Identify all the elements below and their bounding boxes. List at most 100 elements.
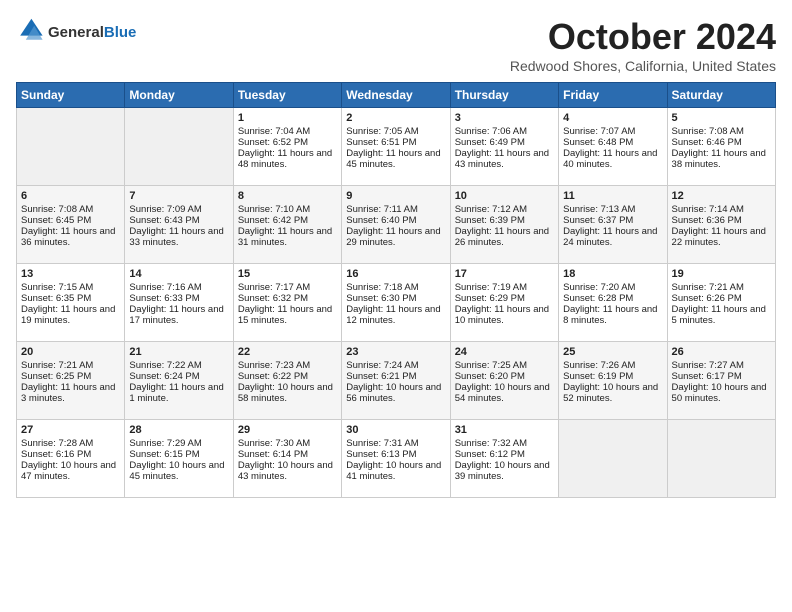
day-number: 29 [238,424,337,436]
daylight-text: Daylight: 11 hours and 38 minutes. [672,148,771,170]
daylight-text: Daylight: 10 hours and 54 minutes. [455,382,554,404]
sunset-text: Sunset: 6:48 PM [563,137,662,148]
sunset-text: Sunset: 6:25 PM [21,371,120,382]
day-number: 31 [455,424,554,436]
sunset-text: Sunset: 6:36 PM [672,215,771,226]
daylight-text: Daylight: 10 hours and 43 minutes. [238,460,337,482]
daylight-text: Daylight: 10 hours and 58 minutes. [238,382,337,404]
daylight-text: Daylight: 11 hours and 40 minutes. [563,148,662,170]
sunrise-text: Sunrise: 7:12 AM [455,204,554,215]
daylight-text: Daylight: 10 hours and 39 minutes. [455,460,554,482]
sunrise-text: Sunrise: 7:24 AM [346,360,445,371]
calendar-cell: 8Sunrise: 7:10 AMSunset: 6:42 PMDaylight… [233,186,341,264]
day-number: 12 [672,190,771,202]
calendar-cell: 18Sunrise: 7:20 AMSunset: 6:28 PMDayligh… [559,264,667,342]
sunset-text: Sunset: 6:19 PM [563,371,662,382]
calendar-cell: 17Sunrise: 7:19 AMSunset: 6:29 PMDayligh… [450,264,558,342]
day-number: 17 [455,268,554,280]
sunset-text: Sunset: 6:35 PM [21,293,120,304]
day-header-thursday: Thursday [450,83,558,108]
calendar-cell: 6Sunrise: 7:08 AMSunset: 6:45 PMDaylight… [17,186,125,264]
daylight-text: Daylight: 11 hours and 17 minutes. [129,304,228,326]
calendar-cell: 31Sunrise: 7:32 AMSunset: 6:12 PMDayligh… [450,420,558,498]
daylight-text: Daylight: 11 hours and 12 minutes. [346,304,445,326]
sunrise-text: Sunrise: 7:08 AM [672,126,771,137]
calendar-cell: 30Sunrise: 7:31 AMSunset: 6:13 PMDayligh… [342,420,450,498]
daylight-text: Daylight: 10 hours and 47 minutes. [21,460,120,482]
sunrise-text: Sunrise: 7:29 AM [129,438,228,449]
sunset-text: Sunset: 6:21 PM [346,371,445,382]
calendar-cell: 28Sunrise: 7:29 AMSunset: 6:15 PMDayligh… [125,420,233,498]
daylight-text: Daylight: 11 hours and 3 minutes. [21,382,120,404]
daylight-text: Daylight: 11 hours and 5 minutes. [672,304,771,326]
day-number: 20 [21,346,120,358]
sunrise-text: Sunrise: 7:15 AM [21,282,120,293]
sunrise-text: Sunrise: 7:28 AM [21,438,120,449]
sunrise-text: Sunrise: 7:25 AM [455,360,554,371]
sunrise-text: Sunrise: 7:07 AM [563,126,662,137]
day-number: 5 [672,112,771,124]
daylight-text: Daylight: 11 hours and 24 minutes. [563,226,662,248]
sunrise-text: Sunrise: 7:22 AM [129,360,228,371]
sunset-text: Sunset: 6:24 PM [129,371,228,382]
day-number: 26 [672,346,771,358]
sunset-text: Sunset: 6:13 PM [346,449,445,460]
sunset-text: Sunset: 6:20 PM [455,371,554,382]
daylight-text: Daylight: 10 hours and 52 minutes. [563,382,662,404]
day-number: 18 [563,268,662,280]
sunset-text: Sunset: 6:45 PM [21,215,120,226]
sunrise-text: Sunrise: 7:31 AM [346,438,445,449]
daylight-text: Daylight: 11 hours and 26 minutes. [455,226,554,248]
day-number: 3 [455,112,554,124]
calendar-cell: 12Sunrise: 7:14 AMSunset: 6:36 PMDayligh… [667,186,775,264]
day-number: 28 [129,424,228,436]
daylight-text: Daylight: 11 hours and 31 minutes. [238,226,337,248]
sunrise-text: Sunrise: 7:06 AM [455,126,554,137]
calendar-cell: 2Sunrise: 7:05 AMSunset: 6:51 PMDaylight… [342,108,450,186]
sunrise-text: Sunrise: 7:17 AM [238,282,337,293]
calendar-cell: 11Sunrise: 7:13 AMSunset: 6:37 PMDayligh… [559,186,667,264]
day-number: 6 [21,190,120,202]
calendar-cell: 26Sunrise: 7:27 AMSunset: 6:17 PMDayligh… [667,342,775,420]
sunset-text: Sunset: 6:42 PM [238,215,337,226]
calendar-cell: 19Sunrise: 7:21 AMSunset: 6:26 PMDayligh… [667,264,775,342]
daylight-text: Daylight: 11 hours and 22 minutes. [672,226,771,248]
sunrise-text: Sunrise: 7:19 AM [455,282,554,293]
daylight-text: Daylight: 11 hours and 1 minute. [129,382,228,404]
day-number: 13 [21,268,120,280]
sunrise-text: Sunrise: 7:11 AM [346,204,445,215]
calendar-cell [559,420,667,498]
daylight-text: Daylight: 11 hours and 48 minutes. [238,148,337,170]
sunset-text: Sunset: 6:14 PM [238,449,337,460]
sunrise-text: Sunrise: 7:21 AM [21,360,120,371]
calendar-cell: 20 Sunrise: 7:21 AMSunset: 6:25 PMDayligh… [17,342,125,420]
daylight-text: Daylight: 11 hours and 29 minutes. [346,226,445,248]
sunset-text: Sunset: 6:37 PM [563,215,662,226]
day-number: 27 [21,424,120,436]
sunrise-text: Sunrise: 7:30 AM [238,438,337,449]
calendar-cell: 9Sunrise: 7:11 AMSunset: 6:40 PMDaylight… [342,186,450,264]
calendar-cell: 3Sunrise: 7:06 AMSunset: 6:49 PMDaylight… [450,108,558,186]
calendar-cell [17,108,125,186]
day-header-wednesday: Wednesday [342,83,450,108]
title-block: October 2024 Redwood Shores, California,… [510,16,776,74]
calendar-cell: 21Sunrise: 7:22 AMSunset: 6:24 PMDayligh… [125,342,233,420]
day-number: 24 [455,346,554,358]
sunrise-text: Sunrise: 7:05 AM [346,126,445,137]
day-number: 4 [563,112,662,124]
day-header-monday: Monday [125,83,233,108]
sunset-text: Sunset: 6:43 PM [129,215,228,226]
daylight-text: Daylight: 11 hours and 15 minutes. [238,304,337,326]
sunset-text: Sunset: 6:52 PM [238,137,337,148]
calendar-cell: 29 Sunrise: 7:30 AMSunset: 6:14 PMDayligh… [233,420,341,498]
calendar-cell: 24 Sunrise: 7:25 AMSunset: 6:20 PMDayligh… [450,342,558,420]
daylight-text: Daylight: 10 hours and 41 minutes. [346,460,445,482]
daylight-text: Daylight: 10 hours and 56 minutes. [346,382,445,404]
calendar-cell: 22Sunrise: 7:23 AMSunset: 6:22 PMDayligh… [233,342,341,420]
daylight-text: Daylight: 11 hours and 19 minutes. [21,304,120,326]
calendar-cell: 14Sunrise: 7:16 AMSunset: 6:33 PMDayligh… [125,264,233,342]
daylight-text: Daylight: 11 hours and 33 minutes. [129,226,228,248]
calendar-cell: 10Sunrise: 7:12 AMSunset: 6:39 PMDayligh… [450,186,558,264]
sunset-text: Sunset: 6:51 PM [346,137,445,148]
sunrise-text: Sunrise: 7:32 AM [455,438,554,449]
